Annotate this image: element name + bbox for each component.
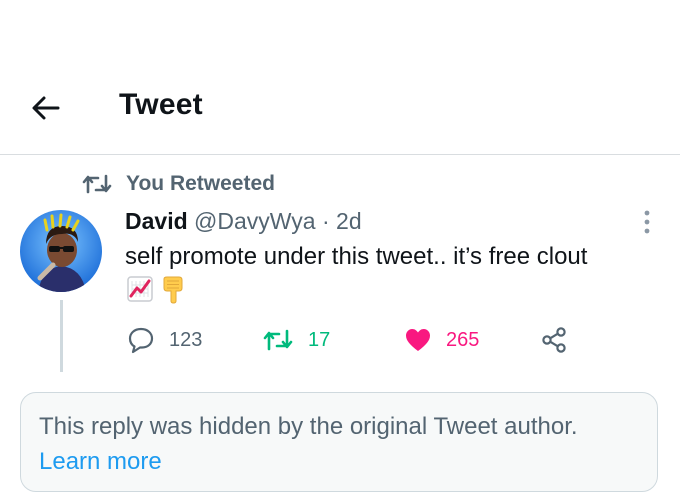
reply-icon [128,327,154,354]
like-count: 265 [446,328,480,351]
retweet-icon [82,174,112,194]
like-button[interactable]: 265 [404,322,479,358]
backhand-index-pointing-down-emoji [163,276,183,304]
heart-filled-icon [406,329,430,351]
top-bar: Tweet [0,0,680,155]
tweet-header: David @DavyWya · 2d [125,208,362,235]
retweet-icon [263,329,293,351]
profile-photo [20,210,102,292]
chart-increasing-emoji [127,276,153,302]
share-icon [542,327,566,353]
avatar[interactable] [20,210,102,292]
page-title: Tweet [119,88,203,121]
retweet-button[interactable]: 17 [262,322,330,358]
retweet-count: 17 [308,328,331,351]
tweet-text: self promote under this tweet.. it’s fre… [125,243,588,270]
retweet-context: You Retweeted [82,170,275,198]
reply-button[interactable]: 123 [127,322,202,358]
hidden-reply-notice: This reply was hidden by the original Tw… [20,392,658,492]
author-name[interactable]: David [125,208,188,234]
learn-more-link[interactable]: Learn more [39,448,162,476]
more-options-button[interactable] [636,206,658,238]
more-vertical-icon [644,210,650,234]
author-handle[interactable]: @DavyWya [194,208,316,234]
retweet-context-label: You Retweeted [126,172,275,195]
timestamp[interactable]: 2d [336,208,362,234]
back-button[interactable] [28,90,64,126]
hidden-reply-message: This reply was hidden by the original Tw… [39,413,578,440]
tweet-actions: 123 17 265 [0,322,680,358]
tweet-emojis [127,276,185,304]
meta-separator: · [321,208,330,234]
share-button[interactable] [540,322,568,358]
reply-count: 123 [169,328,203,351]
arrow-left-icon [32,96,60,120]
